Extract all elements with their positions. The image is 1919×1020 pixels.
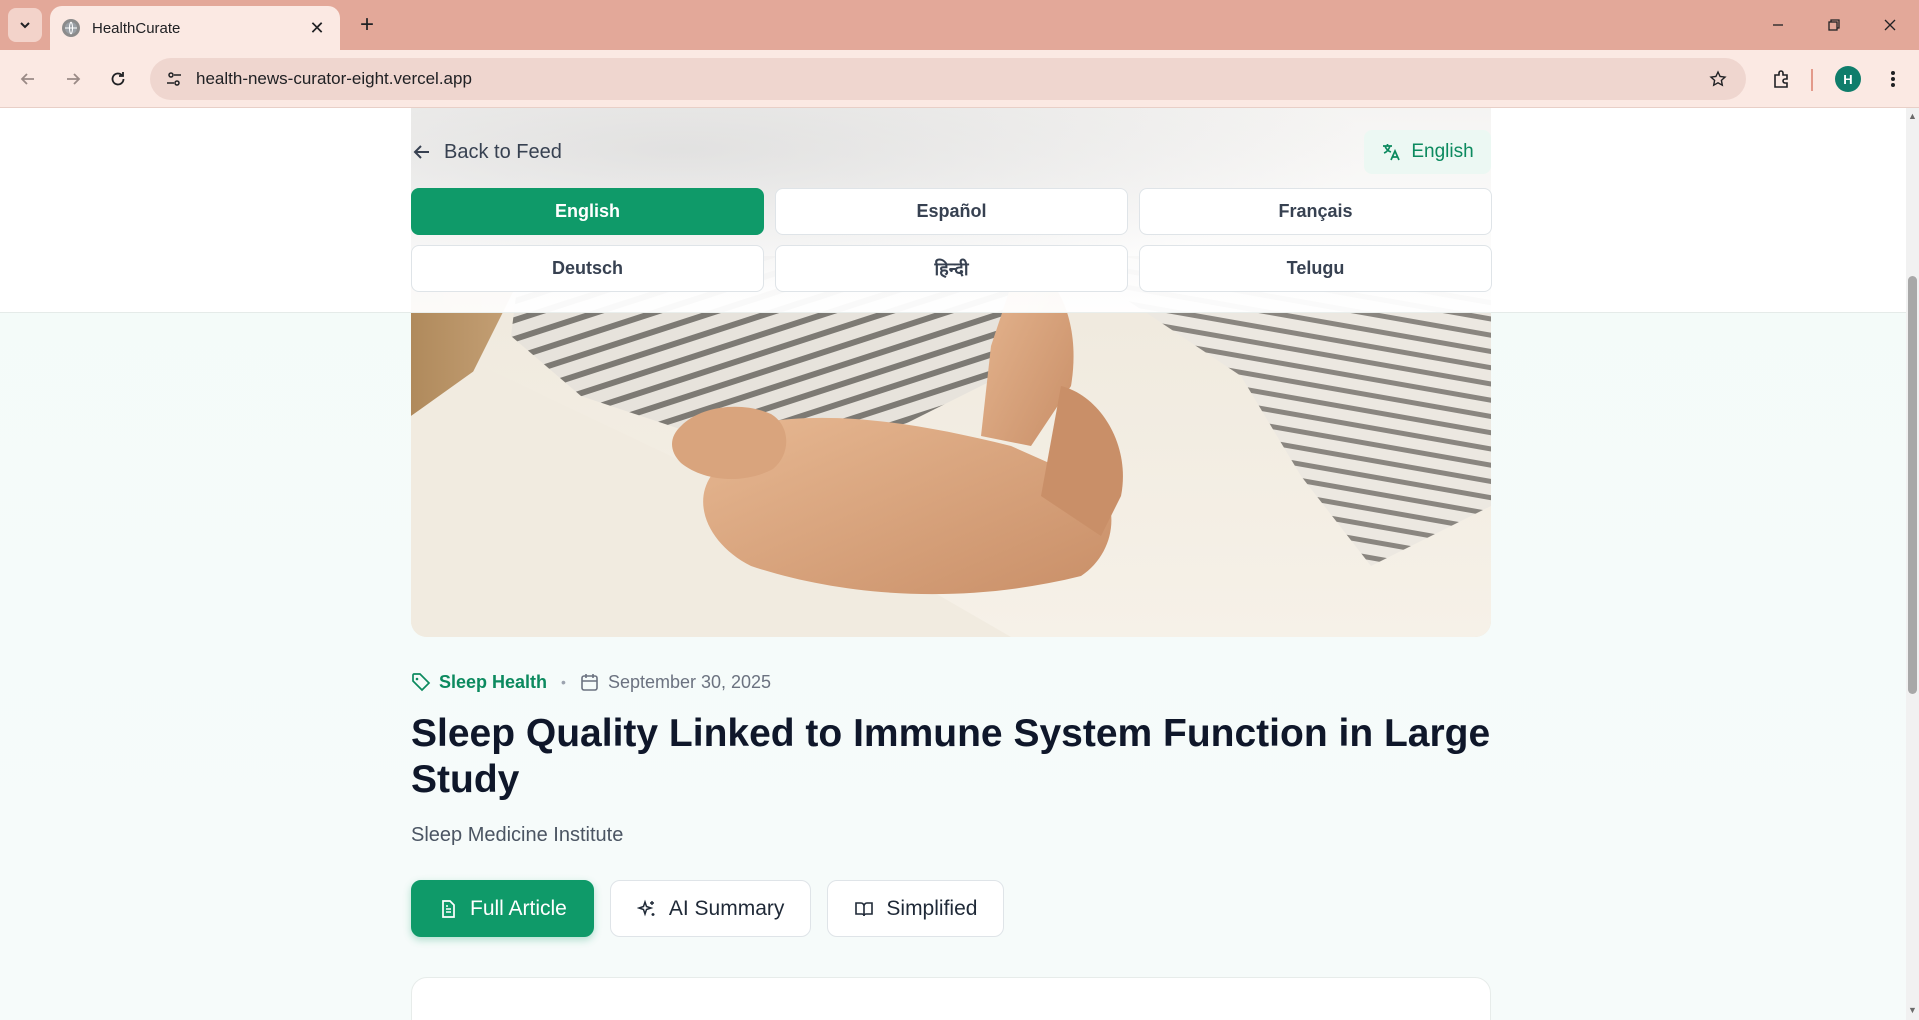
meta-separator: • [561,674,566,690]
avatar: H [1835,66,1861,92]
category-label: Sleep Health [439,671,548,692]
article-hero-image [411,256,1491,637]
more-vertical-icon [1891,71,1895,87]
article-meta: Sleep Health • September 30, 2025 [411,668,771,696]
browser-tab-bar: HealthCurate ✕ + [0,0,1919,50]
language-option-english[interactable]: English [411,188,764,235]
arrow-left-icon [20,73,34,85]
language-toggle-button[interactable]: English [1364,130,1491,174]
close-icon [1884,19,1896,31]
page-viewport: Back to Feed English English Español Fra… [0,108,1906,1020]
close-tab-icon[interactable]: ✕ [306,18,328,39]
page-scrollbar[interactable]: ▲ ▼ [1906,108,1919,1020]
calendar-icon [581,673,598,691]
reload-button[interactable] [100,61,136,97]
back-to-feed-label: Back to Feed [444,140,562,163]
publish-date-text: September 30, 2025 [607,671,772,692]
language-option-french[interactable]: Français [1139,188,1492,235]
bookmark-star-icon[interactable] [1698,58,1738,100]
url-text: health-news-curator-eight.vercel.app [196,69,472,88]
current-language-label: English [1411,141,1474,162]
language-option-telugu[interactable]: Telugu [1139,245,1492,292]
document-icon [442,899,455,918]
language-option-hindi[interactable]: हिन्दी [775,245,1128,292]
chevron-down-icon [20,22,30,29]
tab-title: HealthCurate [92,19,181,37]
site-settings-icon[interactable] [154,58,194,100]
forward-button[interactable] [55,61,91,97]
address-bar[interactable]: health-news-curator-eight.vercel.app [150,58,1746,100]
back-to-feed-link[interactable]: Back to Feed [412,136,562,168]
sparkles-icon [636,899,655,916]
reload-icon [111,72,125,86]
browser-menu-button[interactable] [1875,61,1911,97]
restore-icon [1828,19,1840,31]
tag-icon [412,673,431,692]
browser-toolbar: health-news-curator-eight.vercel.app H [0,50,1919,108]
minimize-icon [1773,24,1783,26]
article-source: Sleep Medicine Institute [411,824,624,846]
extensions-button[interactable] [1764,61,1800,97]
article-title: Sleep Quality Linked to Immune System Fu… [411,712,1491,801]
tab-search-button[interactable] [8,8,42,42]
language-options: English Español Français Deutsch हिन्दी … [411,188,1492,292]
tab-simplified-label: Simplified [886,896,978,920]
close-window-button[interactable] [1862,0,1918,50]
arrow-right-icon [67,73,81,85]
restore-button[interactable] [1806,0,1862,50]
tab-full-article-label: Full Article [470,896,567,920]
tab-full-article[interactable]: Full Article [411,880,594,937]
book-open-icon [855,901,874,916]
arrow-left-icon [413,145,429,159]
scroll-up-arrow[interactable]: ▲ [1908,112,1917,121]
browser-tab[interactable]: HealthCurate ✕ [50,6,340,50]
language-option-german[interactable]: Deutsch [411,245,764,292]
scrollbar-thumb[interactable] [1908,276,1917,694]
puzzle-icon [1774,70,1788,88]
profile-button[interactable]: H [1830,61,1866,97]
back-button[interactable] [10,61,46,97]
tab-ai-summary-label: AI Summary [668,896,785,920]
translate-icon [1383,144,1401,161]
scroll-down-arrow[interactable]: ▼ [1908,1006,1917,1015]
tab-ai-summary[interactable]: AI Summary [609,880,812,937]
category-tag[interactable]: Sleep Health [411,672,547,693]
minimize-button[interactable] [1750,0,1806,50]
tab-simplified[interactable]: Simplified [827,880,1005,937]
new-tab-button[interactable]: + [352,10,382,40]
globe-icon [62,19,80,37]
article-content-card [411,977,1491,1020]
toolbar-divider [1811,69,1813,91]
publish-date: September 30, 2025 [580,672,771,693]
article-view-tabs: Full Article AI Summary Simplified [411,880,1005,937]
language-option-spanish[interactable]: Español [775,188,1128,235]
